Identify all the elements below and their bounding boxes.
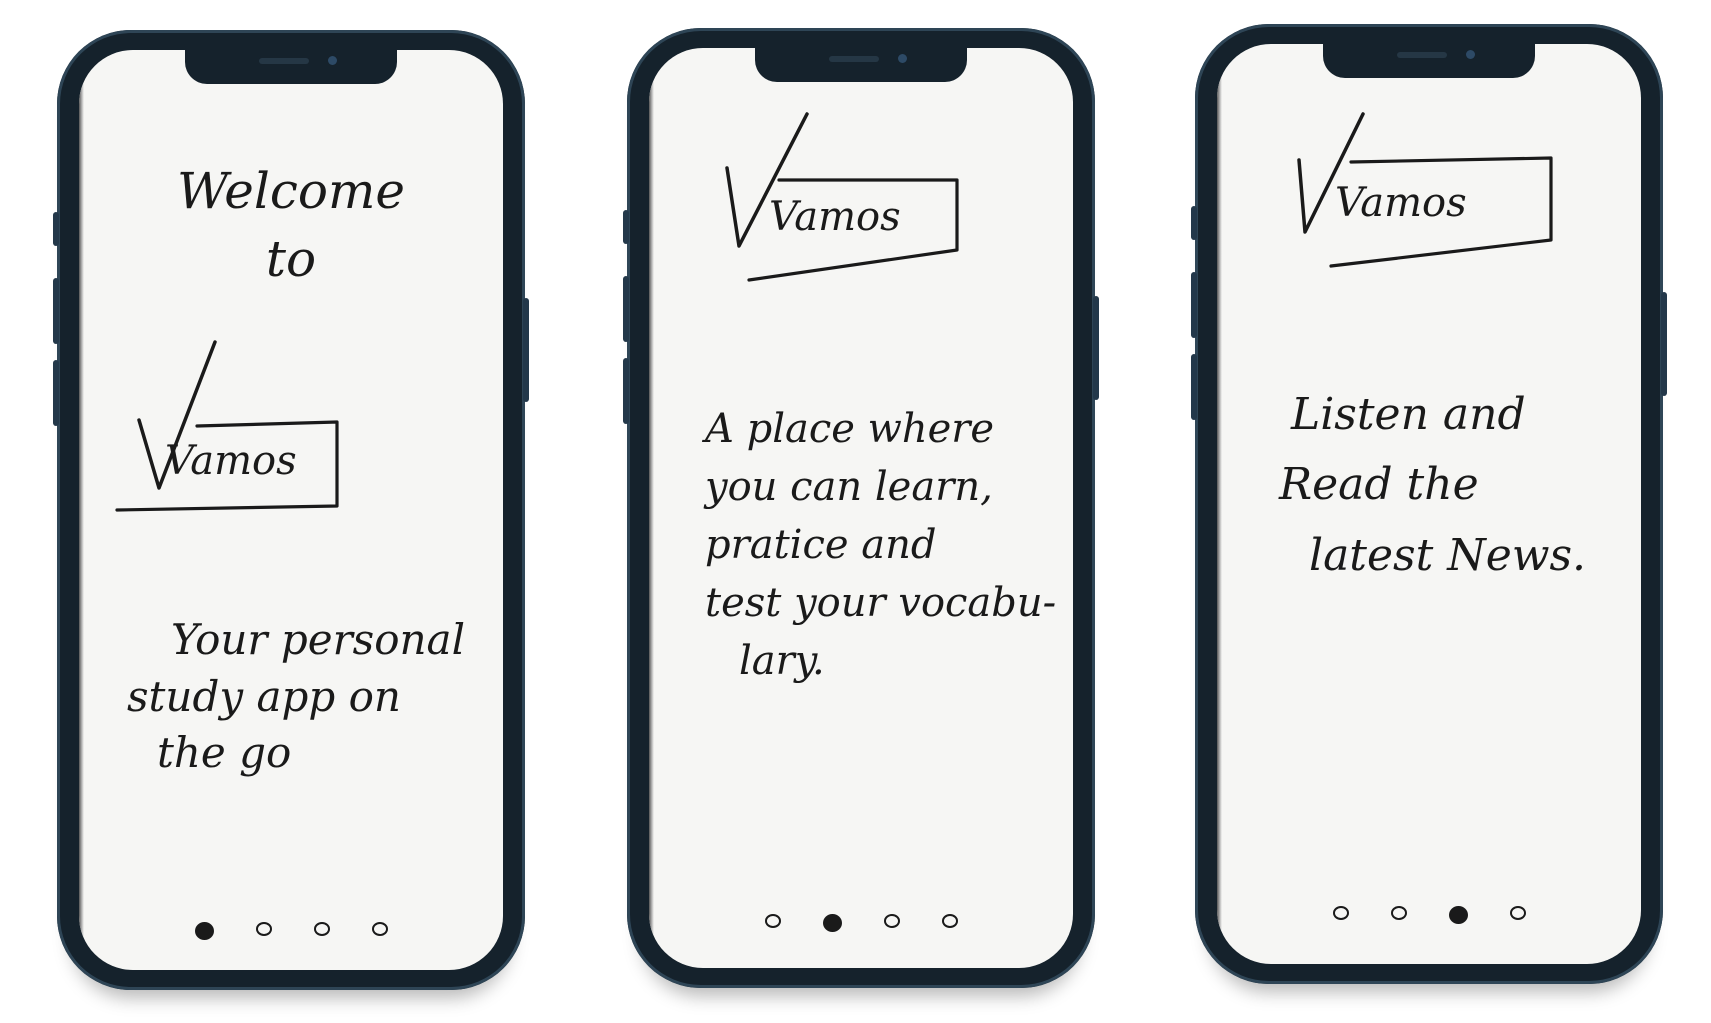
phone-1: Welcome to Vamos Your personal study app… bbox=[53, 30, 529, 990]
logo-box-drawing bbox=[1297, 112, 1553, 268]
volume-up-button bbox=[1191, 272, 1197, 338]
mute-switch bbox=[1191, 206, 1197, 240]
phone-3: Vamos Listen and Read the latest News. bbox=[1191, 24, 1667, 984]
front-camera-icon bbox=[328, 56, 337, 65]
page-dot-1[interactable] bbox=[194, 922, 214, 940]
onboarding-screen-2[interactable]: Vamos A place where you can learn, prati… bbox=[649, 48, 1073, 968]
speaker-grille bbox=[829, 56, 879, 62]
page-dot-2[interactable] bbox=[1390, 906, 1407, 920]
volume-down-button bbox=[53, 360, 59, 426]
page-indicator bbox=[1217, 906, 1641, 924]
vamos-logo: Vamos bbox=[1295, 88, 1553, 268]
onboarding-mockups: Welcome to Vamos Your personal study app… bbox=[0, 0, 1711, 1023]
welcome-line-1: Welcome bbox=[176, 162, 405, 220]
page-dot-3[interactable] bbox=[1448, 906, 1468, 924]
description-line-4: test your vocabu- bbox=[705, 580, 1057, 626]
notch bbox=[185, 50, 397, 84]
tagline-line-3: the go bbox=[157, 728, 292, 778]
power-button bbox=[1093, 296, 1099, 400]
page-dot-2[interactable] bbox=[255, 922, 272, 936]
page-dot-3[interactable] bbox=[313, 922, 330, 936]
logo-word: Vamos bbox=[769, 194, 901, 240]
volume-up-button bbox=[53, 278, 59, 344]
page-dot-3[interactable] bbox=[883, 914, 900, 928]
page-dot-1[interactable] bbox=[1332, 906, 1349, 920]
page-dot-4[interactable] bbox=[1509, 906, 1526, 920]
mute-switch bbox=[53, 212, 59, 246]
description-line-3: latest News. bbox=[1309, 529, 1587, 581]
description-line-5: lary. bbox=[739, 638, 825, 684]
logo-word: Vamos bbox=[1335, 180, 1467, 226]
power-button bbox=[1661, 292, 1667, 396]
description-line-1: A place where bbox=[705, 406, 995, 452]
logo-box-drawing bbox=[725, 112, 959, 282]
welcome-line-2: to bbox=[265, 229, 317, 288]
vamos-logo: Vamos bbox=[719, 88, 959, 282]
logo-word: Vamos bbox=[165, 438, 297, 484]
mute-switch bbox=[623, 210, 629, 244]
speaker-grille bbox=[259, 58, 309, 64]
tagline: Your personal study app on the go bbox=[127, 612, 465, 782]
volume-down-button bbox=[1191, 354, 1197, 420]
tagline-line-1: Your personal bbox=[171, 615, 466, 664]
speaker-grille bbox=[1397, 52, 1447, 58]
notch bbox=[1323, 44, 1535, 78]
onboarding-screen-3[interactable]: Vamos Listen and Read the latest News. bbox=[1217, 44, 1641, 964]
description-line-3: pratice and bbox=[705, 522, 937, 568]
page-dot-4[interactable] bbox=[941, 914, 958, 928]
page-dot-4[interactable] bbox=[371, 922, 388, 936]
notch bbox=[755, 48, 967, 82]
description: A place where you can learn, pratice and… bbox=[705, 400, 1056, 690]
tagline-line-2: study app on bbox=[127, 671, 401, 721]
volume-down-button bbox=[623, 358, 629, 424]
page-dot-2[interactable] bbox=[822, 914, 842, 932]
power-button bbox=[523, 298, 529, 402]
onboarding-screen-1[interactable]: Welcome to Vamos Your personal study app… bbox=[79, 50, 503, 970]
page-indicator bbox=[79, 922, 503, 940]
description-line-2: you can learn, bbox=[705, 464, 993, 510]
description: Listen and Read the latest News. bbox=[1279, 380, 1586, 591]
front-camera-icon bbox=[1466, 50, 1475, 59]
volume-up-button bbox=[623, 276, 629, 342]
description-line-2: Read the bbox=[1279, 459, 1479, 511]
front-camera-icon bbox=[898, 54, 907, 63]
welcome-heading: Welcome to bbox=[79, 158, 503, 293]
page-dot-1[interactable] bbox=[764, 914, 781, 928]
phone-2: Vamos A place where you can learn, prati… bbox=[623, 28, 1099, 988]
description-line-1: Listen and bbox=[1291, 389, 1526, 440]
page-indicator bbox=[649, 914, 1073, 932]
vamos-logo: Vamos bbox=[115, 320, 359, 512]
